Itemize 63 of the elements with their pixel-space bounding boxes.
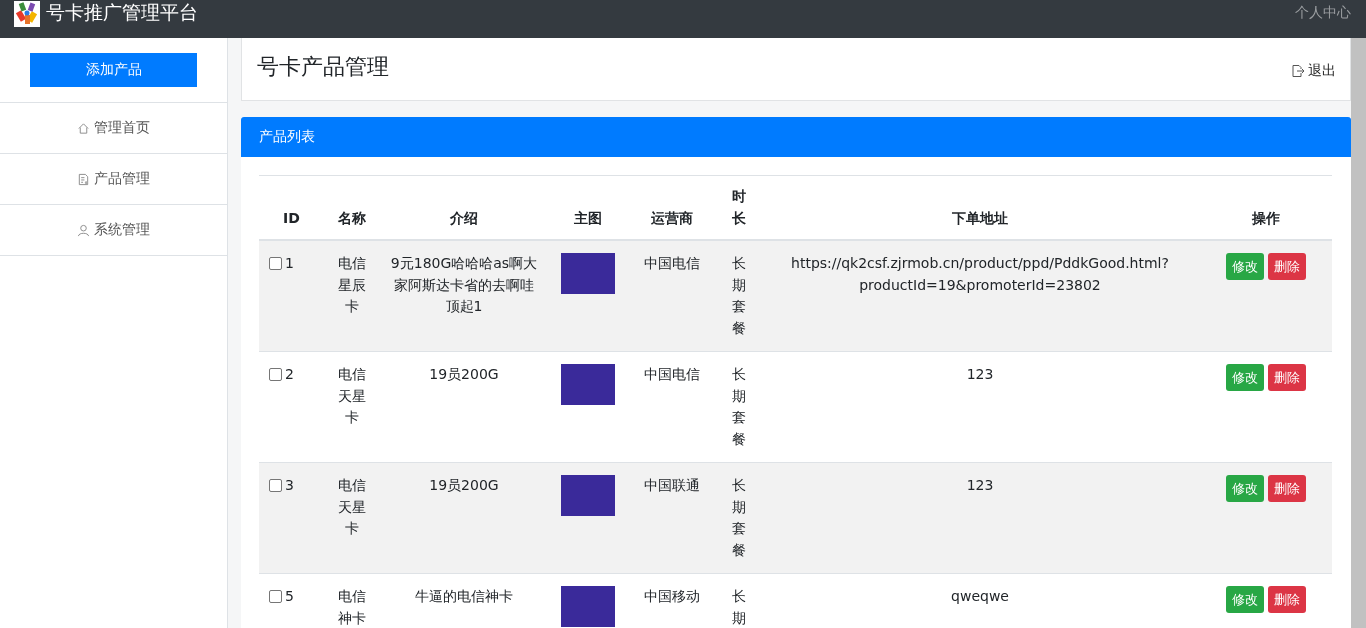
carrier-cell: 中国移动 bbox=[644, 588, 700, 604]
product-image-placeholder bbox=[561, 475, 615, 516]
sidebar-item[interactable]: 管理首页 bbox=[0, 103, 227, 154]
order-url-cell: 123 bbox=[966, 366, 994, 382]
id-cell-text: 1 bbox=[285, 254, 294, 273]
edit-button[interactable]: 修改 bbox=[1225, 364, 1264, 391]
product-image-placeholder bbox=[561, 586, 615, 627]
delete-button[interactable]: 删除 bbox=[1267, 253, 1306, 280]
column-header: 运营商 bbox=[651, 209, 693, 226]
duration-cell: 长期套餐 bbox=[732, 366, 746, 447]
product-image-placeholder bbox=[561, 253, 615, 294]
id-cell-text: 3 bbox=[285, 476, 294, 495]
delete-button[interactable]: 删除 bbox=[1267, 475, 1306, 502]
name-cell: 电信天星卡 bbox=[337, 477, 366, 536]
order-url-cell: 123 bbox=[966, 477, 994, 493]
product-image-placeholder bbox=[561, 364, 615, 405]
id-cell-text: 2 bbox=[285, 365, 294, 384]
column-header: 时长 bbox=[732, 188, 746, 226]
row-checkbox[interactable] bbox=[269, 368, 282, 382]
column-header: 下单地址 bbox=[952, 209, 1008, 226]
duration-cell: 长期套餐 bbox=[732, 477, 746, 558]
sidebar-item[interactable]: 产品管理 bbox=[0, 154, 227, 205]
carrier-cell: 中国联通 bbox=[644, 477, 700, 493]
edit-button[interactable]: 修改 bbox=[1225, 475, 1264, 502]
order-url-cell: https://qk2csf.zjrmob.cn/product/ppd/PddkGood.html?productId=19&promoterId=23802 bbox=[791, 255, 1169, 293]
intro-cell: 9元180G哈哈哈as啊大家阿斯达卡省的去啊哇顶起1 bbox=[390, 255, 538, 314]
add-product-button[interactable]: 添加产品 bbox=[30, 52, 197, 87]
logout-icon bbox=[1291, 64, 1305, 78]
panel-title: 产品列表 bbox=[259, 128, 315, 146]
order-url-cell: qweqwe bbox=[951, 588, 1009, 604]
column-header: 主图 bbox=[574, 209, 602, 226]
user-icon bbox=[77, 223, 90, 237]
page-title: 号卡产品管理 bbox=[257, 52, 389, 81]
home-icon bbox=[77, 121, 90, 135]
delete-button[interactable]: 删除 bbox=[1267, 364, 1306, 391]
name-cell: 电信神卡 bbox=[337, 588, 366, 626]
sidebar-item[interactable]: 系统管理 bbox=[0, 205, 227, 256]
scrollbar[interactable] bbox=[1351, 38, 1366, 628]
delete-button[interactable]: 删除 bbox=[1267, 586, 1306, 613]
logo-icon bbox=[14, 1, 40, 27]
logout-link[interactable]: 退出 bbox=[1291, 62, 1336, 80]
intro-cell: 19员200G bbox=[429, 366, 499, 382]
column-header: ID bbox=[283, 209, 300, 226]
name-cell: 电信星辰卡 bbox=[337, 255, 366, 314]
row-checkbox[interactable] bbox=[269, 257, 282, 271]
user-center-link[interactable]: 个人中心 bbox=[1295, 4, 1351, 22]
column-header: 介绍 bbox=[450, 209, 478, 226]
duration-cell: 长期 bbox=[732, 588, 746, 626]
carrier-cell: 中国电信 bbox=[644, 255, 700, 271]
edit-button[interactable]: 修改 bbox=[1225, 586, 1264, 613]
name-cell: 电信天星卡 bbox=[337, 366, 366, 425]
column-header: 操作 bbox=[1251, 209, 1280, 226]
document-icon bbox=[77, 172, 90, 186]
intro-cell: 19员200G bbox=[429, 477, 499, 493]
column-header: 名称 bbox=[337, 209, 366, 226]
carrier-cell: 中国电信 bbox=[644, 366, 700, 382]
row-checkbox[interactable] bbox=[269, 590, 282, 604]
id-cell-text: 5 bbox=[285, 587, 294, 606]
row-checkbox[interactable] bbox=[269, 479, 282, 493]
edit-button[interactable]: 修改 bbox=[1225, 253, 1264, 280]
duration-cell: 长期套餐 bbox=[732, 255, 746, 336]
intro-cell: 牛逼的电信神卡 bbox=[415, 588, 513, 604]
app-title: 号卡推广管理平台 bbox=[46, 0, 198, 25]
